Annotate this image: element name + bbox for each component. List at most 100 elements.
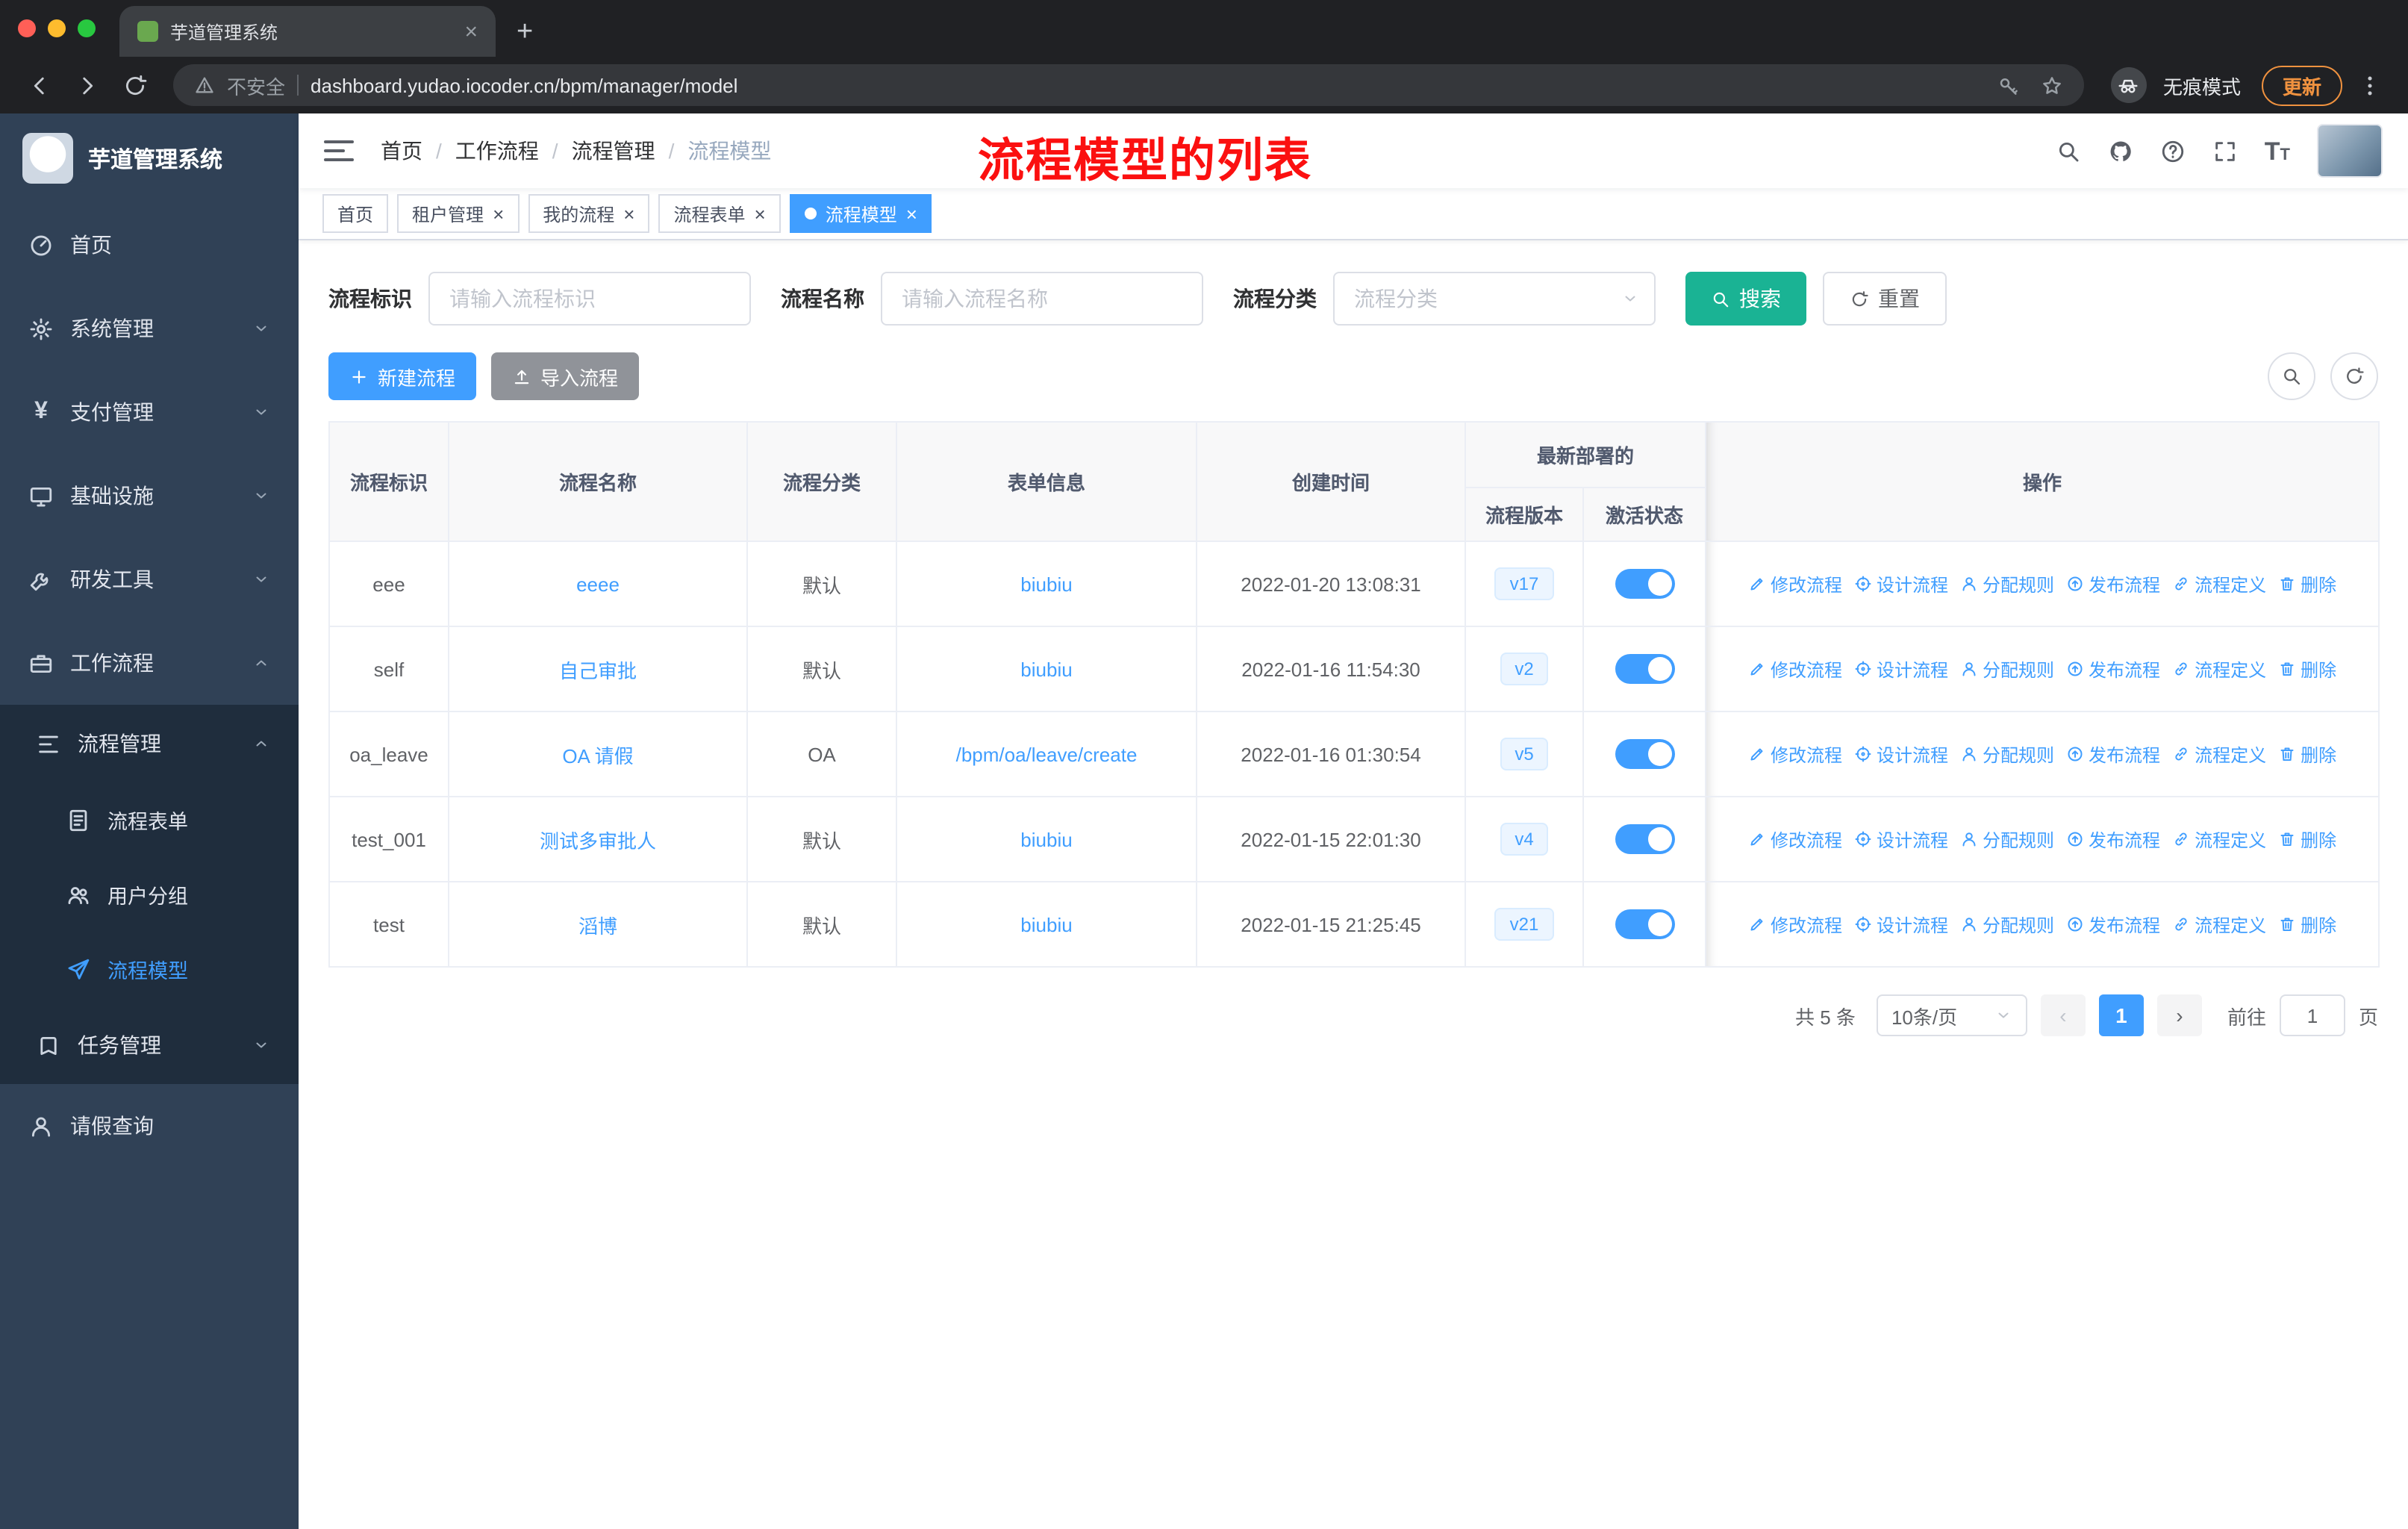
active-switch[interactable]: [1615, 654, 1674, 684]
form-info-link[interactable]: biubiu: [1020, 658, 1072, 680]
import-process-button[interactable]: 导入流程: [491, 352, 640, 400]
prev-page-button[interactable]: ‹: [2040, 994, 2086, 1036]
help-icon[interactable]: [2160, 138, 2186, 164]
page-size-select[interactable]: 10条/页: [1876, 994, 2027, 1036]
next-page-button[interactable]: ›: [2156, 994, 2202, 1036]
tag-process-form[interactable]: 流程表单: [658, 194, 781, 233]
action-design-process[interactable]: 设计流程: [1854, 741, 1948, 767]
goto-page-input[interactable]: [2279, 994, 2345, 1036]
toggle-search-button[interactable]: [2268, 352, 2315, 400]
process-name-link[interactable]: 测试多审批人: [540, 829, 656, 852]
action-publish-process[interactable]: 发布流程: [2066, 741, 2160, 767]
browser-update-button[interactable]: 更新: [2261, 65, 2342, 105]
page-number-button[interactable]: 1: [2098, 994, 2144, 1036]
sidebar-item-devtools[interactable]: 研发工具: [0, 538, 299, 621]
process-name-link[interactable]: OA 请假: [562, 744, 633, 767]
action-process-definition[interactable]: 流程定义: [2172, 912, 2266, 937]
action-delete-process[interactable]: 删除: [2278, 826, 2336, 852]
sidebar-item-infrastructure[interactable]: 基础设施: [0, 454, 299, 538]
sidebar-item-process-management[interactable]: 流程管理: [0, 705, 299, 782]
user-avatar[interactable]: [2317, 124, 2383, 178]
action-publish-process[interactable]: 发布流程: [2066, 912, 2160, 937]
reload-button[interactable]: [113, 64, 155, 106]
search-icon[interactable]: [2056, 138, 2081, 164]
process-name-input[interactable]: [881, 272, 1203, 326]
tag-close-icon[interactable]: [906, 204, 917, 223]
github-icon[interactable]: [2108, 138, 2133, 164]
action-delete-process[interactable]: 删除: [2278, 912, 2336, 937]
sidebar-item-task-management[interactable]: 任务管理: [0, 1006, 299, 1084]
tag-process-model[interactable]: 流程模型: [789, 194, 932, 233]
action-assign-rule[interactable]: 分配规则: [1960, 826, 2054, 852]
close-window-button[interactable]: [18, 19, 36, 37]
tag-home[interactable]: 首页: [322, 194, 389, 233]
form-info-link[interactable]: biubiu: [1020, 573, 1072, 595]
breadcrumb-workflow[interactable]: 工作流程: [422, 136, 539, 166]
action-edit-process[interactable]: 修改流程: [1748, 571, 1842, 597]
sidebar-item-user-group[interactable]: 用户分组: [0, 857, 299, 932]
action-assign-rule[interactable]: 分配规则: [1960, 741, 2054, 767]
refresh-table-button[interactable]: [2330, 352, 2378, 400]
app-logo[interactable]: 芋道管理系统: [0, 113, 299, 203]
minimize-window-button[interactable]: [48, 19, 66, 37]
action-delete-process[interactable]: 删除: [2278, 741, 2336, 767]
action-assign-rule[interactable]: 分配规则: [1960, 912, 2054, 937]
browser-tab[interactable]: 芋道管理系统: [119, 6, 496, 57]
fullscreen-icon[interactable]: [2212, 138, 2238, 164]
action-publish-process[interactable]: 发布流程: [2066, 826, 2160, 852]
sidebar-collapse-button[interactable]: [324, 140, 354, 161]
action-design-process[interactable]: 设计流程: [1854, 912, 1948, 937]
form-info-link[interactable]: biubiu: [1020, 913, 1072, 935]
breadcrumb-process-management[interactable]: 流程管理: [539, 136, 655, 166]
action-publish-process[interactable]: 发布流程: [2066, 571, 2160, 597]
action-edit-process[interactable]: 修改流程: [1748, 826, 1842, 852]
action-process-definition[interactable]: 流程定义: [2172, 656, 2266, 682]
maximize-window-button[interactable]: [78, 19, 96, 37]
action-delete-process[interactable]: 删除: [2278, 571, 2336, 597]
password-key-icon[interactable]: [1997, 74, 2020, 96]
tag-my-process[interactable]: 我的流程: [528, 194, 650, 233]
sidebar-item-home[interactable]: 首页: [0, 203, 299, 287]
address-bar[interactable]: 不安全 dashboard.yudao.iocoder.cn/bpm/manag…: [173, 64, 2084, 106]
create-process-button[interactable]: 新建流程: [328, 352, 477, 400]
new-tab-button[interactable]: [517, 18, 533, 46]
bookmark-star-icon[interactable]: [2041, 74, 2063, 96]
action-edit-process[interactable]: 修改流程: [1748, 912, 1842, 937]
tab-close-icon[interactable]: [464, 20, 478, 43]
breadcrumb-home[interactable]: 首页: [381, 136, 422, 166]
action-design-process[interactable]: 设计流程: [1854, 656, 1948, 682]
forward-button[interactable]: [66, 64, 107, 106]
search-button[interactable]: 搜索: [1685, 272, 1806, 326]
action-assign-rule[interactable]: 分配规则: [1960, 656, 2054, 682]
action-delete-process[interactable]: 删除: [2278, 656, 2336, 682]
action-design-process[interactable]: 设计流程: [1854, 826, 1948, 852]
font-size-icon[interactable]: [2265, 138, 2290, 164]
active-switch[interactable]: [1615, 569, 1674, 599]
action-process-definition[interactable]: 流程定义: [2172, 741, 2266, 767]
action-assign-rule[interactable]: 分配规则: [1960, 571, 2054, 597]
process-name-link[interactable]: eeee: [576, 573, 620, 595]
tag-close-icon[interactable]: [623, 204, 634, 223]
back-button[interactable]: [18, 64, 60, 106]
sidebar-item-system[interactable]: 系统管理: [0, 287, 299, 370]
active-switch[interactable]: [1615, 909, 1674, 939]
reset-button[interactable]: 重置: [1823, 272, 1947, 326]
sidebar-item-workflow[interactable]: 工作流程: [0, 621, 299, 705]
process-name-link[interactable]: 自己审批: [559, 659, 637, 682]
active-switch[interactable]: [1615, 824, 1674, 854]
tag-tenant-management[interactable]: 租户管理: [397, 194, 520, 233]
browser-menu-icon[interactable]: [2348, 64, 2390, 106]
action-edit-process[interactable]: 修改流程: [1748, 656, 1842, 682]
process-name-link[interactable]: 滔博: [578, 915, 617, 937]
tag-close-icon[interactable]: [755, 204, 766, 223]
sidebar-item-leave-query[interactable]: 请假查询: [0, 1084, 299, 1168]
active-switch[interactable]: [1615, 739, 1674, 769]
action-edit-process[interactable]: 修改流程: [1748, 741, 1842, 767]
action-process-definition[interactable]: 流程定义: [2172, 826, 2266, 852]
process-key-input[interactable]: [428, 272, 751, 326]
sidebar-item-process-form[interactable]: 流程表单: [0, 782, 299, 857]
sidebar-item-payment[interactable]: 支付管理: [0, 370, 299, 454]
category-select[interactable]: 流程分类: [1333, 272, 1656, 326]
action-design-process[interactable]: 设计流程: [1854, 571, 1948, 597]
tag-close-icon[interactable]: [493, 204, 504, 223]
